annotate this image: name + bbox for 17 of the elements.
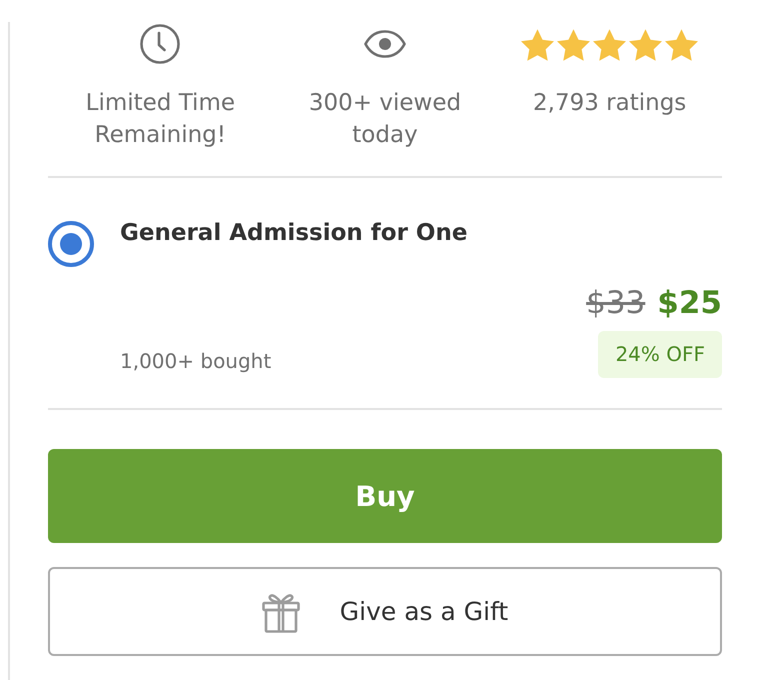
star-icon: [521, 29, 554, 61]
sale-price: $25: [657, 284, 722, 323]
star-icon: [593, 29, 626, 61]
stat-label: 2,793 ratings: [533, 89, 686, 118]
stat-label: Limited Time Remaining!: [84, 89, 236, 150]
radio-button[interactable]: [48, 221, 94, 267]
original-price: $33: [586, 284, 646, 323]
eye-icon: [364, 30, 406, 58]
gift-button[interactable]: Give as a Gift: [48, 567, 722, 656]
stat-label: 300+ viewed today: [308, 89, 462, 150]
clock-icon: [140, 24, 180, 64]
discount-badge: 24% OFF: [598, 331, 722, 378]
star-icon: [557, 29, 590, 61]
star-icon: [629, 29, 662, 61]
option-title: General Admission for One: [120, 219, 468, 248]
star-icon: [665, 29, 698, 61]
bought-count: 1,000+ bought: [120, 348, 272, 375]
